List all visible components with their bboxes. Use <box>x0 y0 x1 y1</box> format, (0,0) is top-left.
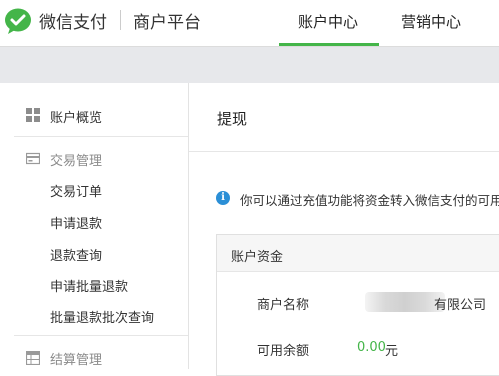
title-divider <box>189 151 499 152</box>
wechat-pay-logo-icon[interactable] <box>3 6 33 36</box>
grid-icon <box>26 108 40 122</box>
sidebar-section-trade[interactable]: 交易管理 <box>0 150 188 170</box>
account-funds-title: 账户资金 <box>231 250 284 265</box>
page-title: 提现 <box>217 110 248 128</box>
balance-amount: 0.00 <box>357 340 386 355</box>
sidebar-divider <box>14 136 188 137</box>
brand-separator <box>120 10 121 30</box>
balance-unit: 元 <box>385 344 399 359</box>
card-icon <box>26 152 40 165</box>
account-funds-panel: 账户资金 商户名称 有限公司 可用余额 0.00 元 <box>216 234 499 376</box>
sidebar-section-label: 结算管理 <box>50 353 103 368</box>
balance-label: 可用余额 <box>257 344 310 359</box>
main-content: 提现 i 你可以通过充值功能将资金转入微信支付的可用 账户资金 商户名称 有限公… <box>189 83 499 376</box>
notice-text: 你可以通过充值功能将资金转入微信支付的可用 <box>240 193 499 208</box>
nav-tab-marketing-center[interactable]: 营销中心 <box>401 11 461 32</box>
sidebar-section-settlement[interactable]: 结算管理 <box>0 349 188 369</box>
sidebar-item-apply-refund[interactable]: 申请退款 <box>50 213 102 232</box>
sidebar-item-refund-query[interactable]: 退款查询 <box>50 245 102 264</box>
sidebar: 账户概览 交易管理 交易订单 申请退款 退款查询 申请批量退款 批量退款批次查询… <box>0 83 189 369</box>
sidebar-item-batch-refund-query[interactable]: 批量退款批次查询 <box>50 307 154 326</box>
info-icon: i <box>216 191 230 205</box>
brand-name[interactable]: 微信支付 <box>39 8 107 33</box>
sidebar-item-trade-orders[interactable]: 交易订单 <box>50 181 102 200</box>
table-icon <box>26 351 40 365</box>
top-header: 微信支付 商户平台 账户中心 营销中心 <box>0 0 499 46</box>
merchant-name-redacted <box>365 292 445 312</box>
sidebar-section-label: 交易管理 <box>50 154 103 169</box>
sidebar-item-batch-refund[interactable]: 申请批量退款 <box>50 276 128 295</box>
nav-tab-account-center[interactable]: 账户中心 <box>298 11 358 32</box>
platform-name: 商户平台 <box>133 13 201 33</box>
sidebar-item-overview[interactable]: 账户概览 <box>0 107 188 127</box>
sidebar-divider <box>14 335 188 336</box>
account-funds-header: 账户资金 <box>217 235 499 272</box>
merchant-name-value: 有限公司 <box>434 298 487 313</box>
toolbar-band <box>0 46 499 84</box>
sidebar-item-label: 账户概览 <box>50 111 103 126</box>
merchant-name-label: 商户名称 <box>257 298 310 313</box>
